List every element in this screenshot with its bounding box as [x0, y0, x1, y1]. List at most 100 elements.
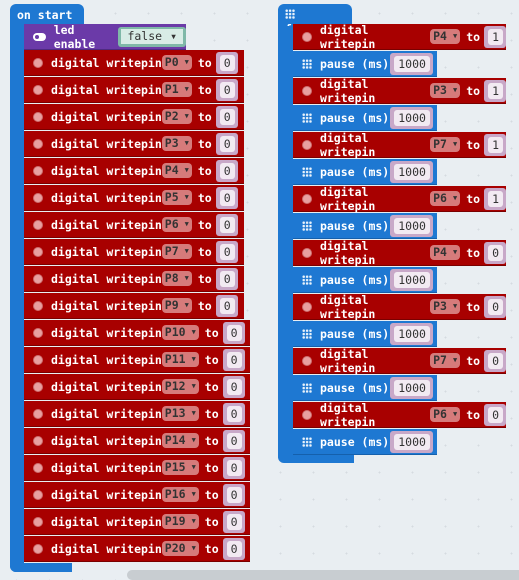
- digital-write-pin-block[interactable]: digital writepin P12 ▼ to 0: [24, 374, 250, 400]
- bool-dropdown[interactable]: false ▾: [121, 29, 183, 44]
- pause-block[interactable]: pause (ms) 1000: [293, 375, 437, 401]
- horizontal-scrollbar[interactable]: [127, 570, 519, 580]
- pause-input[interactable]: 1000: [394, 433, 430, 450]
- pin-dropdown[interactable]: P6 ▼: [430, 191, 461, 206]
- value-input[interactable]: 0: [226, 540, 242, 557]
- value-input[interactable]: 0: [219, 270, 235, 287]
- pause-block[interactable]: pause (ms) 1000: [293, 51, 437, 77]
- digital-write-pin-block[interactable]: digital writepin P9 ▼ to 0: [24, 293, 244, 319]
- digital-write-pin-block[interactable]: digital writepin P4 ▼ to 0: [293, 239, 506, 267]
- digital-write-pin-block[interactable]: digital writepin P1 ▼ to 0: [24, 77, 244, 103]
- value-input[interactable]: 0: [226, 324, 242, 341]
- digital-write-pin-block[interactable]: digital writepin P3 ▼ to 1: [293, 77, 506, 105]
- digital-write-pin-block[interactable]: digital writepin P20 ▼ to 0: [24, 536, 250, 562]
- digital-write-pin-block[interactable]: digital writepin P0 ▼ to 0: [24, 50, 244, 76]
- pin-dropdown[interactable]: P8 ▼: [161, 271, 192, 286]
- digital-write-pin-block[interactable]: digital writepin P11 ▼ to 0: [24, 347, 250, 373]
- value-input[interactable]: 0: [219, 297, 235, 314]
- pin-dropdown[interactable]: P6 ▼: [161, 217, 192, 232]
- pin-dropdown[interactable]: P7 ▼: [430, 353, 461, 368]
- pin-dropdown[interactable]: P5 ▼: [161, 190, 192, 205]
- value-input[interactable]: 0: [219, 216, 235, 233]
- digital-write-pin-block[interactable]: digital writepin P4 ▼ to 0: [24, 158, 244, 184]
- pause-input[interactable]: 1000: [394, 55, 430, 72]
- pause-block[interactable]: pause (ms) 1000: [293, 267, 437, 293]
- pin-dropdown[interactable]: P4 ▼: [161, 163, 192, 178]
- value-input[interactable]: 0: [226, 513, 242, 530]
- digital-write-pin-block[interactable]: digital writepin P15 ▼ to 0: [24, 455, 250, 481]
- pin-dropdown[interactable]: P4 ▼: [430, 29, 461, 44]
- value-input[interactable]: 0: [488, 406, 503, 423]
- value-input[interactable]: 1: [488, 28, 503, 45]
- pin-dropdown[interactable]: P3 ▼: [430, 83, 461, 98]
- digital-write-pin-block[interactable]: digital writepin P6 ▼ to 1: [293, 185, 506, 213]
- value-input[interactable]: 1: [488, 190, 503, 207]
- pin-dropdown[interactable]: P20 ▼: [161, 541, 199, 556]
- digital-write-pin-block[interactable]: digital writepin P14 ▼ to 0: [24, 428, 250, 454]
- digital-write-pin-block[interactable]: digital writepin P7 ▼ to 1: [293, 131, 506, 159]
- pin-dropdown[interactable]: P14 ▼: [161, 433, 199, 448]
- value-input[interactable]: 0: [219, 162, 235, 179]
- pause-input[interactable]: 1000: [394, 271, 430, 288]
- value-input[interactable]: 0: [226, 378, 242, 395]
- value-input[interactable]: 0: [226, 351, 242, 368]
- value-input[interactable]: 0: [219, 135, 235, 152]
- pin-dropdown[interactable]: P11 ▼: [161, 352, 199, 367]
- pin-dropdown[interactable]: P4 ▼: [430, 245, 461, 260]
- digital-write-pin-block[interactable]: digital writepin P6 ▼ to 0: [24, 212, 244, 238]
- digital-write-pin-block[interactable]: digital writepin P10 ▼ to 0: [24, 320, 250, 346]
- digital-write-pin-block[interactable]: digital writepin P3 ▼ to 0: [293, 293, 506, 321]
- pin-dropdown[interactable]: P7 ▼: [161, 244, 192, 259]
- digital-write-pin-block[interactable]: digital writepin P2 ▼ to 0: [24, 104, 244, 130]
- digital-write-pin-block[interactable]: digital writepin P3 ▼ to 0: [24, 131, 244, 157]
- pin-dropdown[interactable]: P3 ▼: [161, 136, 192, 151]
- value-input[interactable]: 0: [226, 459, 242, 476]
- value-input[interactable]: 1: [488, 136, 503, 153]
- pin-dropdown[interactable]: P0 ▼: [161, 55, 192, 70]
- value-input[interactable]: 0: [219, 54, 235, 71]
- pin-dropdown[interactable]: P15 ▼: [161, 460, 199, 475]
- value-input[interactable]: 0: [488, 244, 503, 261]
- value-input[interactable]: 0: [219, 243, 235, 260]
- value-input[interactable]: 0: [488, 298, 503, 315]
- led-enable-block[interactable]: led enable false ▾: [24, 23, 186, 51]
- value-input[interactable]: 0: [219, 81, 235, 98]
- digital-write-pin-block[interactable]: digital writepin P8 ▼ to 0: [24, 266, 244, 292]
- pin-dropdown[interactable]: P7 ▼: [430, 137, 461, 152]
- digital-write-pin-block[interactable]: digital writepin P4 ▼ to 1: [293, 23, 506, 51]
- pin-dropdown[interactable]: P10 ▼: [161, 325, 199, 340]
- digital-write-pin-block[interactable]: digital writepin P6 ▼ to 0: [293, 401, 506, 429]
- value-input[interactable]: 0: [219, 189, 235, 206]
- pin-dropdown[interactable]: P9 ▼: [161, 298, 192, 313]
- value-input[interactable]: 0: [219, 108, 235, 125]
- pause-block[interactable]: pause (ms) 1000: [293, 429, 437, 455]
- pause-input[interactable]: 1000: [394, 163, 430, 180]
- value-input[interactable]: 0: [226, 405, 242, 422]
- digital-write-pin-block[interactable]: digital writepin P5 ▼ to 0: [24, 185, 244, 211]
- pin-dropdown[interactable]: P2 ▼: [161, 109, 192, 124]
- digital-write-pin-block[interactable]: digital writepin P13 ▼ to 0: [24, 401, 250, 427]
- pause-input[interactable]: 1000: [394, 379, 430, 396]
- digital-write-pin-block[interactable]: digital writepin P7 ▼ to 0: [293, 347, 506, 375]
- pause-input[interactable]: 1000: [394, 325, 430, 342]
- pin-dropdown[interactable]: P1 ▼: [161, 82, 192, 97]
- pause-block[interactable]: pause (ms) 1000: [293, 159, 437, 185]
- digital-write-pin-block[interactable]: digital writepin P19 ▼ to 0: [24, 509, 250, 535]
- pause-input[interactable]: 1000: [394, 109, 430, 126]
- pin-dropdown[interactable]: P16 ▼: [161, 487, 199, 502]
- pin-dropdown[interactable]: P6 ▼: [430, 407, 461, 422]
- pause-block[interactable]: pause (ms) 1000: [293, 213, 437, 239]
- digital-write-pin-block[interactable]: digital writepin P16 ▼ to 0: [24, 482, 250, 508]
- pin-dropdown[interactable]: P13 ▼: [161, 406, 199, 421]
- value-input[interactable]: 0: [226, 432, 242, 449]
- value-input[interactable]: 0: [226, 486, 242, 503]
- pin-dropdown[interactable]: P19 ▼: [161, 514, 199, 529]
- pause-block[interactable]: pause (ms) 1000: [293, 105, 437, 131]
- pause-input[interactable]: 1000: [394, 217, 430, 234]
- pin-dropdown[interactable]: P3 ▼: [430, 299, 461, 314]
- value-input[interactable]: 0: [488, 352, 503, 369]
- pause-block[interactable]: pause (ms) 1000: [293, 321, 437, 347]
- pin-dropdown[interactable]: P12 ▼: [161, 379, 199, 394]
- value-input[interactable]: 1: [488, 82, 503, 99]
- digital-write-pin-block[interactable]: digital writepin P7 ▼ to 0: [24, 239, 244, 265]
